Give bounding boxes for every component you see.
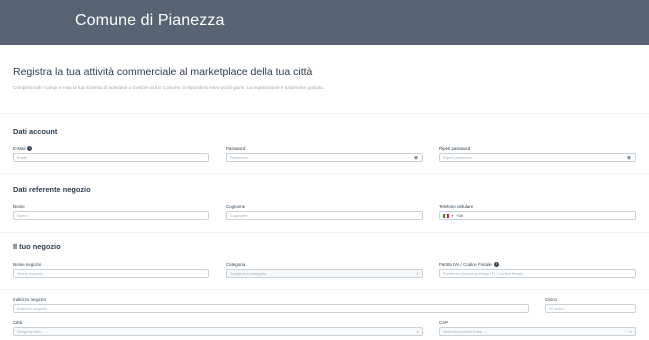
password-repeat-label: Ripeti password	[439, 145, 471, 151]
chevron-down-icon: ∨	[416, 271, 419, 276]
first-name-input[interactable]: Nome	[13, 211, 209, 220]
phone-input[interactable]: ▼ +39	[439, 211, 636, 220]
password-repeat-field-group: Ripeti password Ripeti password ◉	[439, 145, 636, 162]
password-field-group: Password Password ◉	[226, 145, 423, 162]
email-label: E-Mail i	[13, 145, 209, 151]
phone-prefix: +39	[456, 213, 463, 218]
vat-label: Partita IVA / Codice Fiscale i	[439, 261, 636, 267]
page-title: Registra la tua attività commerciale al …	[13, 66, 313, 78]
chevron-down-icon: ∨	[629, 329, 632, 334]
last-name-field-group: Cognome Cognome	[226, 203, 423, 220]
page-subtitle: Completa tutti i campi e invia la tua ri…	[13, 85, 325, 90]
divider	[0, 289, 649, 290]
divider	[0, 232, 649, 233]
shop-name-label: Nome negozio	[13, 261, 42, 267]
shop-name-field-group: Nome negozio Nome negozio	[13, 261, 209, 278]
address-label: Indirizzo negozio	[13, 296, 46, 302]
shop-name-input[interactable]: Nome negozio	[13, 269, 209, 278]
info-icon[interactable]: i	[27, 145, 33, 151]
brand-title[interactable]: Comune di Pianezza	[75, 12, 224, 30]
divider	[0, 173, 649, 174]
email-input[interactable]: Email	[13, 153, 209, 162]
cap-select[interactable]: Seleziona prima il cap ∨	[439, 327, 636, 336]
address-field-group: Indirizzo negozio Indirizzo negozio	[13, 296, 529, 313]
section-title-account: Dati account	[13, 127, 58, 136]
city-label: Città	[13, 319, 23, 325]
password-repeat-input[interactable]: Ripeti password ◉	[439, 153, 636, 162]
phone-label: Telefono cellulare	[439, 203, 474, 209]
category-select[interactable]: Scegli una categoria ∨	[226, 269, 423, 278]
civic-input[interactable]: Nº civico	[545, 304, 636, 313]
password-input[interactable]: Password ◉	[226, 153, 423, 162]
eye-icon[interactable]: ◉	[626, 155, 632, 161]
city-select[interactable]: Scegli la città ∨	[13, 327, 423, 336]
top-header: Comune di Pianezza	[0, 0, 649, 45]
cap-label: CAP	[439, 319, 449, 325]
section-title-referent: Dati referente negozio	[13, 185, 91, 194]
civic-label: Civico	[545, 296, 557, 302]
last-name-label: Cognome	[226, 203, 246, 209]
phone-field-group: Telefono cellulare ▼ +39	[439, 203, 636, 220]
chevron-down-icon[interactable]: ▼	[451, 214, 454, 218]
city-field-group: Città Scegli la città ∨	[13, 319, 423, 336]
category-label: Categoria	[226, 261, 246, 267]
email-field-group: E-Mail i Email	[13, 145, 209, 162]
cap-field-group: CAP Seleziona prima il cap ∨	[439, 319, 636, 336]
first-name-field-group: Nome Nome	[13, 203, 209, 220]
info-icon[interactable]: i	[493, 261, 499, 267]
vat-field-group: Partita IVA / Codice Fiscale i Partita i…	[439, 261, 636, 278]
italy-flag-icon[interactable]	[443, 213, 449, 218]
intro-block: Registra la tua attività commerciale al …	[13, 66, 633, 90]
chevron-down-icon: ∨	[416, 329, 419, 334]
address-input[interactable]: Indirizzo negozio	[13, 304, 529, 313]
category-field-group: Categoria Scegli una categoria ∨	[226, 261, 423, 278]
password-label: Password	[226, 145, 246, 151]
first-name-label: Nome	[13, 203, 25, 209]
vat-input[interactable]: Partita iva (senza prefisso IT) / Codice…	[439, 269, 636, 278]
divider	[0, 113, 649, 114]
eye-icon[interactable]: ◉	[413, 155, 419, 161]
last-name-input[interactable]: Cognome	[226, 211, 423, 220]
section-title-shop: Il tuo negozio	[13, 242, 61, 251]
civic-field-group: Civico Nº civico	[545, 296, 636, 313]
